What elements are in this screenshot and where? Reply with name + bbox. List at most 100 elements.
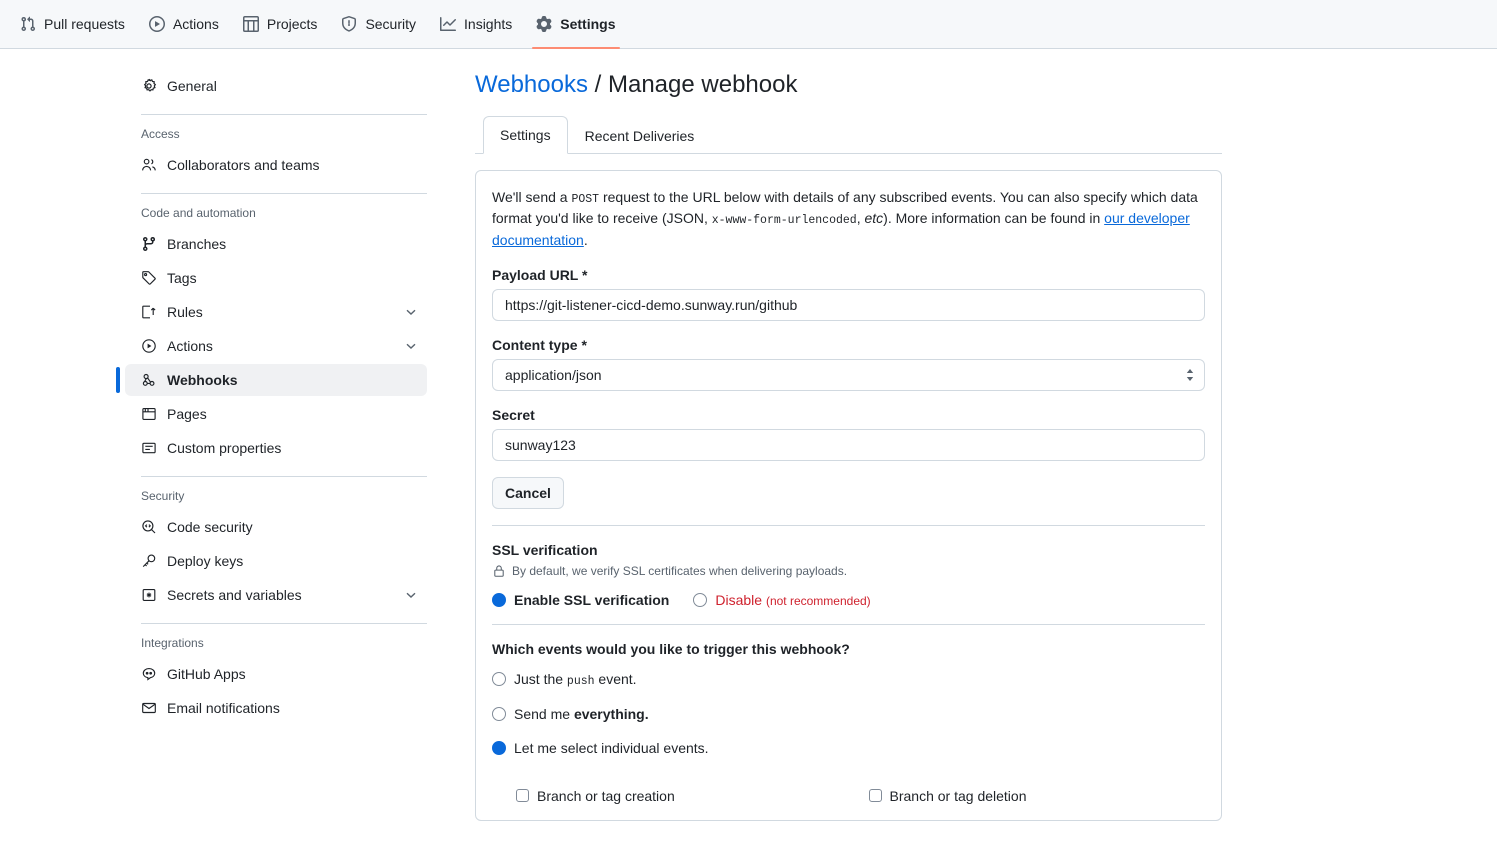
webhook-icon <box>141 372 157 388</box>
event-option-individual-text: Let me select individual events. <box>514 740 709 756</box>
mail-icon <box>141 700 157 716</box>
section-divider <box>492 624 1205 625</box>
tab-recent-deliveries[interactable]: Recent Deliveries <box>568 117 712 154</box>
checkbox-label: Branch or tag creation <box>537 788 675 804</box>
nav-item-security[interactable]: Security <box>329 0 428 48</box>
intro-part5: . <box>584 232 588 248</box>
browser-icon <box>141 406 157 422</box>
event-option-just-push-text: Just the push event. <box>514 671 637 688</box>
radio-enable-ssl[interactable] <box>492 593 506 607</box>
payload-url-field: Payload URL * <box>492 267 1205 321</box>
event-suffix: event. <box>595 671 637 687</box>
checkbox-branch-or-tag-deletion[interactable]: Branch or tag deletion <box>869 788 1206 804</box>
sidebar-item-code-security[interactable]: Code security <box>125 511 427 543</box>
event-option-send-everything[interactable]: Send me everything. <box>492 706 1205 722</box>
cancel-button[interactable]: Cancel <box>492 477 564 509</box>
checkbox-label: Branch or tag deletion <box>890 788 1027 804</box>
sidebar-item-github-apps[interactable]: GitHub Apps <box>125 658 427 690</box>
intro-part1: We'll send a <box>492 189 571 205</box>
sidebar-item-label: General <box>167 78 419 94</box>
git-branch-icon <box>141 236 157 252</box>
sidebar-item-webhooks[interactable]: Webhooks <box>125 364 427 396</box>
nav-item-label: Pull requests <box>44 16 125 32</box>
events-section: Which events would you like to trigger t… <box>492 641 1205 804</box>
tab-navigation: Settings Recent Deliveries <box>475 116 1222 154</box>
intro-code-urlencoded: x-www-form-urlencoded <box>712 214 857 227</box>
nav-item-pull-requests[interactable]: Pull requests <box>8 0 137 48</box>
sidebar-item-deploy-keys[interactable]: Deploy keys <box>125 545 427 577</box>
people-icon <box>141 157 157 173</box>
shield-icon <box>341 16 357 32</box>
sidebar-item-label: Actions <box>167 338 393 354</box>
sidebar-heading-security: Security <box>125 489 427 503</box>
sidebar-item-email-notifications[interactable]: Email notifications <box>125 692 427 724</box>
event-code-push: push <box>567 675 595 688</box>
ssl-enable-label: Enable SSL verification <box>514 592 669 608</box>
sidebar-divider <box>141 476 427 477</box>
chevron-down-icon[interactable] <box>403 304 419 320</box>
sidebar-item-pages[interactable]: Pages <box>125 398 427 430</box>
events-question: Which events would you like to trigger t… <box>492 641 1205 657</box>
sidebar-item-label: Custom properties <box>167 440 419 456</box>
chevron-down-icon[interactable] <box>403 587 419 603</box>
radio-just-push[interactable] <box>492 672 506 686</box>
sidebar-divider <box>141 193 427 194</box>
sidebar-item-label: Rules <box>167 304 393 320</box>
section-divider <box>492 525 1205 526</box>
nav-item-insights[interactable]: Insights <box>428 0 524 48</box>
sidebar-heading-integrations: Integrations <box>125 636 427 650</box>
content-type-select[interactable] <box>492 359 1205 391</box>
sidebar-item-secrets-and-variables[interactable]: Secrets and variables <box>125 579 427 611</box>
intro-code-post: POST <box>571 193 599 206</box>
sidebar-divider <box>141 623 427 624</box>
gear-icon <box>536 16 552 32</box>
sidebar-item-label: Branches <box>167 236 419 252</box>
nav-item-settings[interactable]: Settings <box>524 0 627 48</box>
radio-disable-ssl[interactable] <box>693 593 707 607</box>
sidebar-item-label: Deploy keys <box>167 553 419 569</box>
checkbox-icon[interactable] <box>516 789 529 802</box>
sidebar-item-label: GitHub Apps <box>167 666 419 682</box>
event-prefix: Just the <box>514 671 567 687</box>
secret-input[interactable] <box>492 429 1205 461</box>
nav-item-label: Security <box>365 16 416 32</box>
sidebar-item-collaborators-and-teams[interactable]: Collaborators and teams <box>125 149 427 181</box>
payload-url-input[interactable] <box>492 289 1205 321</box>
event-option-individual[interactable]: Let me select individual events. <box>492 740 1205 756</box>
nav-item-label: Projects <box>267 16 318 32</box>
gear-icon <box>141 78 157 94</box>
code-scan-icon <box>141 519 157 535</box>
sidebar-item-label: Secrets and variables <box>167 587 393 603</box>
secret-field: Secret <box>492 407 1205 461</box>
asterisk-box-icon <box>141 587 157 603</box>
sidebar-item-label: Pages <box>167 406 419 422</box>
tag-icon <box>141 270 157 286</box>
breadcrumb-link-webhooks[interactable]: Webhooks <box>475 71 588 98</box>
nav-item-projects[interactable]: Projects <box>231 0 330 48</box>
sidebar-item-custom-properties[interactable]: Custom properties <box>125 432 427 464</box>
checkbox-branch-or-tag-creation[interactable]: Branch or tag creation <box>516 788 853 804</box>
chevron-down-icon[interactable] <box>403 338 419 354</box>
sidebar-item-actions[interactable]: Actions <box>125 330 427 362</box>
intro-part4: ). More information can be found in <box>883 210 1104 226</box>
sidebar-item-general[interactable]: General <box>125 70 427 102</box>
ssl-verification-section: SSL verification By default, we verify S… <box>492 542 1205 608</box>
radio-individual-events[interactable] <box>492 741 506 755</box>
checkbox-icon[interactable] <box>869 789 882 802</box>
content-type-label: Content type * <box>492 337 1205 353</box>
nav-item-label: Settings <box>560 16 615 32</box>
sidebar-item-branches[interactable]: Branches <box>125 228 427 260</box>
sidebar-item-rules[interactable]: Rules <box>125 296 427 328</box>
radio-send-everything[interactable] <box>492 707 506 721</box>
tab-settings[interactable]: Settings <box>483 116 568 154</box>
app-icon <box>141 666 157 682</box>
event-option-just-push[interactable]: Just the push event. <box>492 671 1205 688</box>
ssl-disable-option[interactable]: Disable (not recommended) <box>693 592 870 608</box>
page-title: Webhooks / Manage webhook <box>475 70 1222 100</box>
ssl-enable-option[interactable]: Enable SSL verification <box>492 592 669 608</box>
play-circle-icon <box>149 16 165 32</box>
ssl-verification-note: By default, we verify SSL certificates w… <box>492 564 1205 578</box>
sidebar-item-tags[interactable]: Tags <box>125 262 427 294</box>
nav-item-actions[interactable]: Actions <box>137 0 231 48</box>
ssl-disable-label: Disable <box>715 592 762 608</box>
